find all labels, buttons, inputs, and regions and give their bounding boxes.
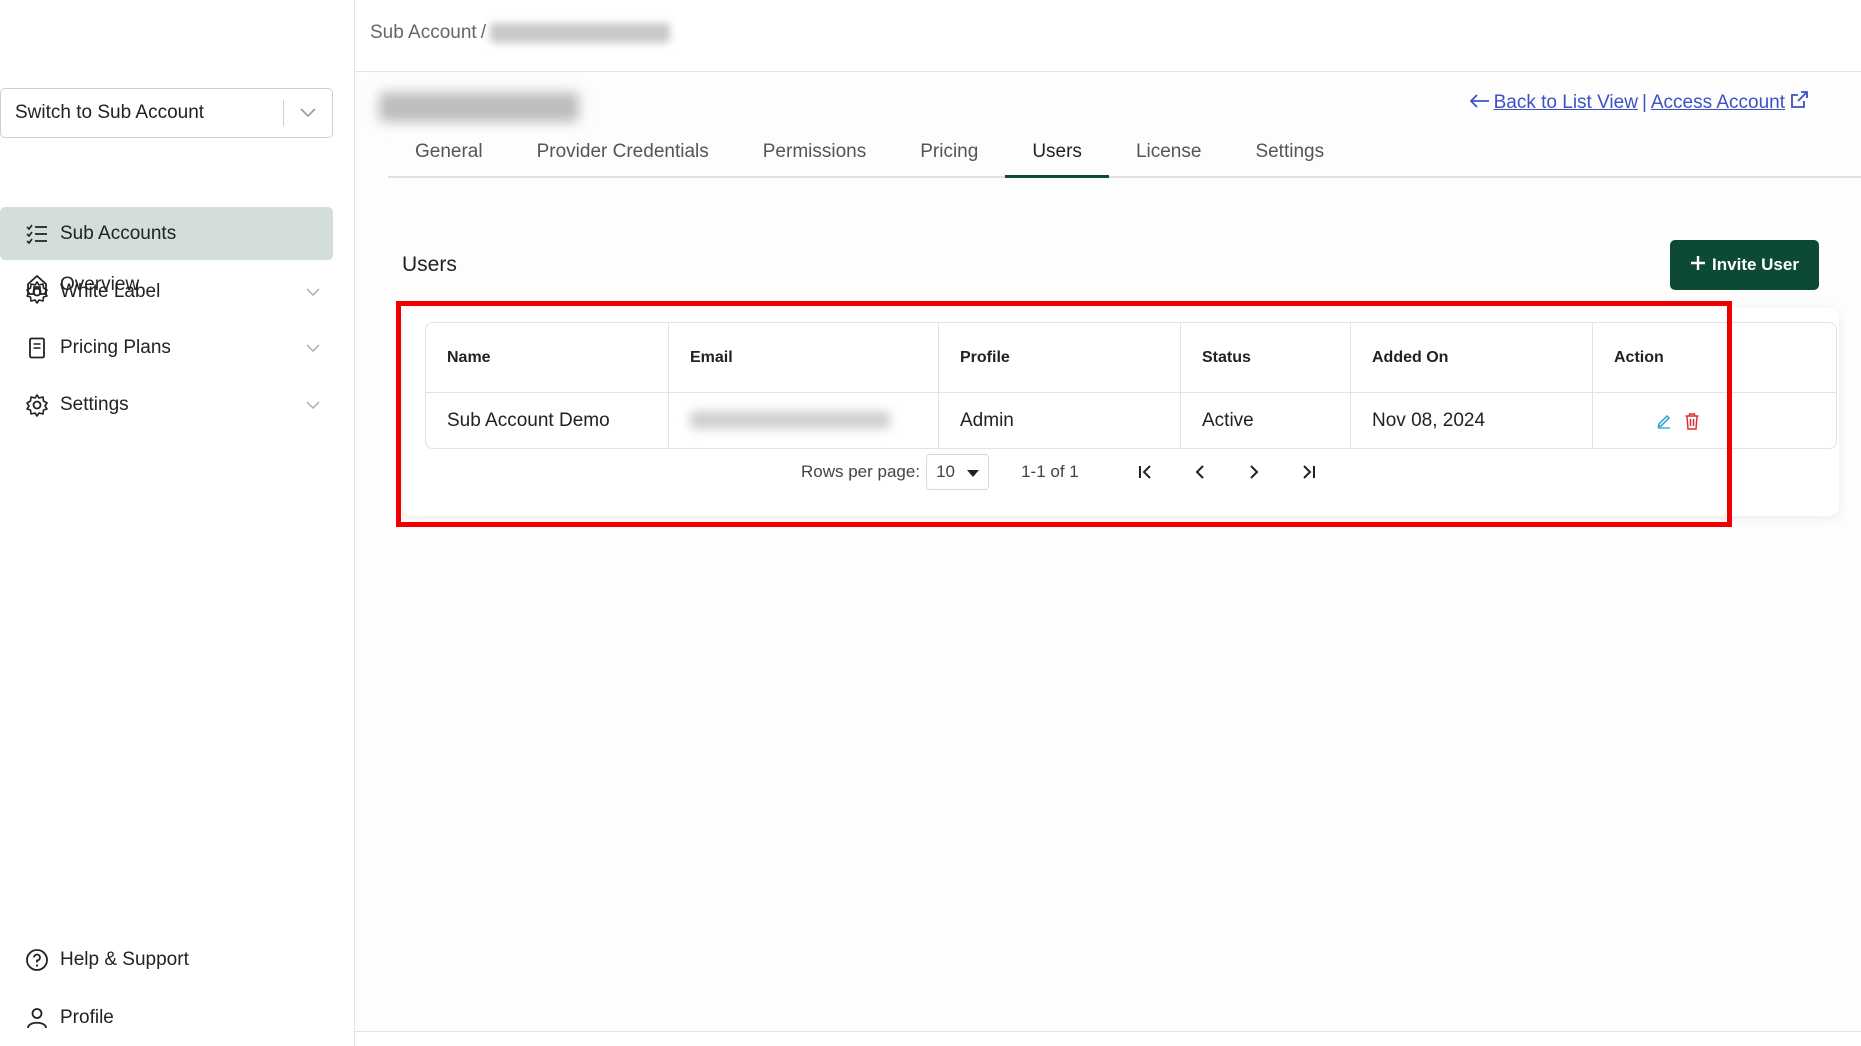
edit-icon[interactable]	[1656, 413, 1672, 429]
prev-page-icon[interactable]	[1173, 464, 1227, 480]
external-link-icon[interactable]	[1789, 90, 1809, 116]
switch-account-select[interactable]: Switch to Sub Account	[0, 88, 333, 138]
user-icon	[24, 1005, 50, 1031]
cell-email	[669, 393, 939, 448]
tab-pricing[interactable]: Pricing	[893, 128, 1005, 176]
users-table: Name Email Profile Status Added On Actio…	[425, 322, 1837, 449]
nav-settings[interactable]: Settings	[0, 378, 333, 431]
section-title: Users	[402, 253, 457, 276]
next-page-icon[interactable]	[1227, 464, 1281, 480]
nav-pricing-plans[interactable]: Pricing Plans	[0, 321, 333, 374]
first-page-icon[interactable]	[1119, 464, 1173, 480]
column-header-email[interactable]: Email	[669, 323, 939, 393]
email-redacted	[690, 411, 890, 430]
column-header-name[interactable]: Name	[426, 323, 669, 393]
bottom-divider	[355, 1031, 1861, 1032]
switch-account-label: Switch to Sub Account	[15, 102, 205, 123]
gear-icon	[24, 392, 50, 418]
nav-white-label[interactable]: White Label	[0, 265, 333, 318]
pagination: Rows per page: 10 1-1 of 1	[801, 454, 1335, 490]
header-links: Back to List View | Access Account	[1469, 90, 1809, 116]
sidebar: Switch to Sub Account Overview Sub Accou…	[0, 0, 355, 1046]
breadcrumb-account-name-redacted	[489, 23, 670, 43]
main-content: Back to List View | Access Account Gener…	[355, 72, 1861, 1032]
document-icon	[24, 335, 50, 361]
nav-sub-accounts[interactable]: Sub Accounts	[0, 207, 333, 260]
chevron-down-icon[interactable]	[293, 401, 333, 409]
account-title-redacted	[379, 92, 579, 122]
last-page-icon[interactable]	[1281, 464, 1335, 480]
tab-permissions[interactable]: Permissions	[736, 128, 893, 176]
rows-per-page-value: 10	[936, 462, 955, 481]
plus-icon	[1690, 255, 1706, 276]
nav-help-support-label: Help & Support	[60, 948, 189, 970]
nav-profile-label: Profile	[60, 1006, 114, 1028]
invite-user-label: Invite User	[1712, 255, 1799, 274]
list-check-icon	[24, 221, 50, 247]
nav-white-label-label: White Label	[60, 280, 161, 302]
delete-icon[interactable]	[1684, 412, 1700, 430]
column-header-action: Action	[1593, 323, 1836, 393]
caret-down-icon	[967, 462, 980, 482]
breadcrumb-root[interactable]: Sub Account	[370, 22, 477, 44]
chevron-down-icon[interactable]	[293, 344, 333, 352]
table-row: Sub Account Demo Admin Active Nov 08, 20…	[426, 393, 1836, 448]
column-header-added-on[interactable]: Added On	[1351, 323, 1593, 393]
link-separator: |	[1641, 92, 1647, 113]
cell-action	[1593, 393, 1836, 448]
rows-per-page-select[interactable]: 10	[926, 454, 990, 490]
tab-license[interactable]: License	[1109, 128, 1229, 176]
cell-added-on: Nov 08, 2024	[1351, 393, 1593, 448]
tab-users[interactable]: Users	[1005, 128, 1109, 178]
nav-sub-accounts-label: Sub Accounts	[60, 222, 177, 244]
column-header-profile[interactable]: Profile	[939, 323, 1181, 393]
nav-help-support[interactable]: Help & Support	[0, 933, 333, 986]
cell-name: Sub Account Demo	[426, 393, 669, 448]
breadcrumb: Sub Account /	[370, 22, 670, 44]
access-account-link[interactable]: Access Account	[1651, 92, 1785, 114]
cell-status: Active	[1181, 393, 1351, 448]
gear-icon	[24, 279, 50, 305]
breadcrumb-separator: /	[480, 22, 486, 43]
help-circle-icon	[24, 947, 50, 973]
users-card: Name Email Profile Status Added On Actio…	[403, 308, 1839, 516]
chevron-down-icon[interactable]	[293, 288, 333, 296]
back-to-list-link[interactable]: Back to List View	[1494, 92, 1638, 114]
nav-pricing-plans-label: Pricing Plans	[60, 336, 171, 358]
top-bar: Sub Account /	[355, 0, 1861, 72]
cell-profile: Admin	[939, 393, 1181, 448]
invite-user-button[interactable]: Invite User	[1670, 240, 1819, 290]
tab-bar: General Provider Credentials Permissions…	[388, 128, 1861, 178]
tab-settings[interactable]: Settings	[1228, 128, 1351, 176]
chevron-down-icon[interactable]	[284, 108, 332, 118]
nav-profile[interactable]: Profile	[0, 991, 333, 1044]
arrow-left-icon	[1469, 92, 1490, 114]
table-header-row: Name Email Profile Status Added On Actio…	[426, 323, 1836, 393]
nav-settings-label: Settings	[60, 393, 129, 415]
page-range: 1-1 of 1	[1021, 462, 1079, 481]
tab-provider-credentials[interactable]: Provider Credentials	[510, 128, 736, 176]
column-header-status[interactable]: Status	[1181, 323, 1351, 393]
rows-per-page-label: Rows per page:	[801, 462, 921, 481]
tab-general[interactable]: General	[388, 128, 510, 176]
